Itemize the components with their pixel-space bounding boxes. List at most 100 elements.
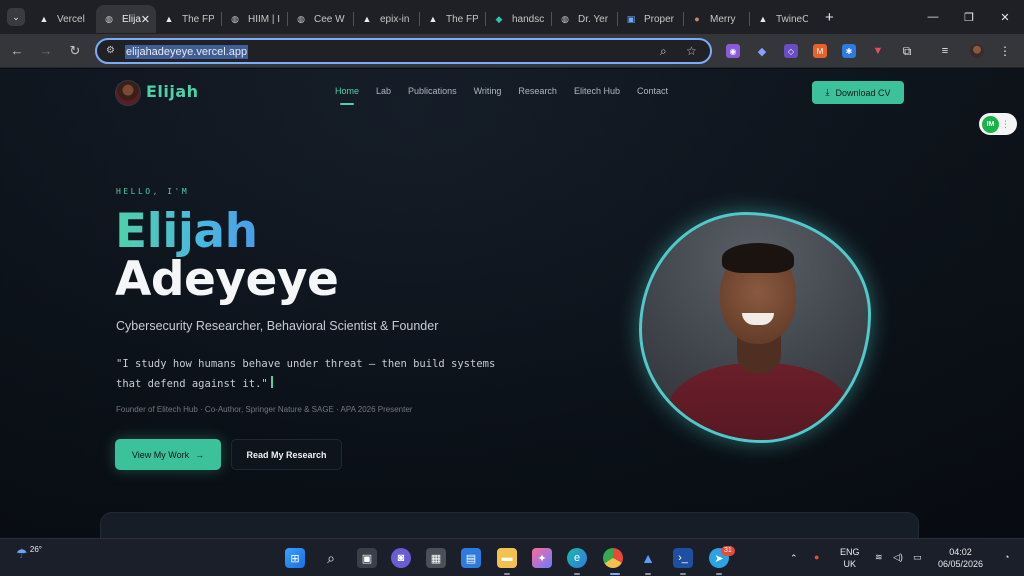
vercel-icon: ▲ <box>428 14 438 24</box>
typing-cursor <box>270 376 273 388</box>
floating-extension-badge[interactable]: IM ⋮ <box>979 113 1017 135</box>
volume-icon[interactable]: ◁) <box>893 551 903 563</box>
task-view-icon[interactable]: ▣ <box>357 548 377 568</box>
globe-icon: ◍ <box>105 13 113 24</box>
drag-handle-icon[interactable]: ⋮ <box>1001 119 1010 130</box>
minimize-button[interactable]: — <box>914 0 952 34</box>
powershell-icon[interactable]: ›_ <box>673 548 693 568</box>
arrow-right-icon: → <box>195 449 205 460</box>
notification-bell-icon[interactable]: ◔ <box>1004 551 1009 563</box>
forward-button[interactable]: → <box>38 43 54 58</box>
tab-6[interactable]: ▲ The FP <box>420 5 485 33</box>
tab-strip: ⌄ ▲ Vercel ◍ Elija ✕ ▲ The FP ◍ HIIM | I ◍ Cee W ▲ e… <box>0 0 1024 34</box>
stats-card <box>100 512 919 538</box>
telegram-badge: 31 <box>721 546 735 556</box>
nav-link-publications[interactable]: Publications <box>408 86 457 96</box>
hero-last-name: Adeyeye <box>115 252 339 307</box>
vercel-icon: ▲ <box>362 14 372 24</box>
tab-10[interactable]: ● Merry <box>684 5 749 33</box>
weather-widget[interactable]: ☂ 26° <box>16 545 42 562</box>
reload-button[interactable]: ↻ <box>67 43 83 59</box>
nav-link-research[interactable]: Research <box>518 86 557 96</box>
nav-link-home[interactable]: Home <box>335 86 359 105</box>
extension-3-icon[interactable]: ◇ <box>784 44 798 58</box>
tab-7[interactable]: ◆ handsc <box>486 5 551 33</box>
store-icon[interactable]: ▤ <box>461 548 481 568</box>
profile-portrait <box>639 212 871 443</box>
globe-icon: ◍ <box>231 13 239 24</box>
menu-kebab-icon[interactable]: ⋮ <box>998 44 1012 58</box>
download-cv-button[interactable]: ⤓ Download CV <box>812 81 904 104</box>
extension-4-icon[interactable]: M <box>813 44 827 58</box>
browser-toolbar: ← → ↻ ⚙ elijahadeyeye.vercel.app ⌕ ☆ ◉ ◆… <box>0 34 1024 68</box>
site-logo[interactable]: Elijah <box>146 82 199 101</box>
read-my-research-button[interactable]: Read My Research <box>231 439 342 470</box>
tab-0[interactable]: ▲ Vercel <box>31 5 96 33</box>
globe-icon: ◍ <box>561 13 569 24</box>
page-viewport: Elijah Home Lab Publications Writing Researc… <box>0 69 1024 538</box>
extensions-puzzle-icon[interactable]: ⧉ <box>900 44 914 58</box>
edge-icon[interactable]: e <box>567 548 587 568</box>
tab-search-button[interactable]: ⌄ <box>7 8 25 26</box>
tray-network-alert-icon[interactable]: ● <box>814 551 819 563</box>
tab-2[interactable]: ▲ The FP <box>156 5 221 33</box>
site-nav: Home Lab Publications Writing Research Elitec… <box>335 86 685 105</box>
back-button[interactable]: ← <box>9 43 25 58</box>
teams-icon[interactable]: ◙ <box>391 548 411 568</box>
nav-link-elitech-hub[interactable]: Elitech Hub <box>574 86 620 96</box>
vercel-icon: ▲ <box>164 14 174 24</box>
profile-avatar[interactable] <box>970 44 984 58</box>
url-text[interactable]: elijahadeyeye.vercel.app <box>125 45 249 59</box>
tab-5[interactable]: ▲ epix-in <box>354 5 419 33</box>
new-tab-button[interactable]: + <box>825 9 834 26</box>
media-controls-icon[interactable]: ≡ <box>938 44 952 58</box>
start-windows-icon[interactable]: ⊞ <box>285 548 305 568</box>
bookmark-star-icon[interactable]: ☆ <box>686 44 697 58</box>
vercel-icon: ▲ <box>39 14 49 24</box>
tab-8[interactable]: ◍ Dr. Yer <box>552 5 617 33</box>
tab-9[interactable]: ▣ Proper <box>618 5 683 33</box>
search-icon[interactable]: ⌕ <box>321 548 341 568</box>
chrome-icon[interactable] <box>603 548 623 568</box>
nav-link-lab[interactable]: Lab <box>376 86 391 96</box>
avatar-icon: ● <box>694 14 700 24</box>
extension-5-icon[interactable]: ✱ <box>842 44 856 58</box>
battery-icon[interactable]: ▭ <box>913 551 922 563</box>
hero-credentials: Founder of Elitech Hub · Co-Author, Spri… <box>116 405 413 414</box>
chevron-down-icon: ⌄ <box>12 11 20 22</box>
site-info-icon[interactable]: ⚙ <box>106 45 115 56</box>
zoom-search-icon[interactable]: ⌕ <box>660 44 667 59</box>
close-window-button[interactable]: ✕ <box>986 0 1024 34</box>
calculator-icon[interactable]: ▦ <box>426 548 446 568</box>
tab-4[interactable]: ◍ Cee W <box>288 5 353 33</box>
copilot-icon[interactable]: ✦ <box>532 548 552 568</box>
app-a-icon[interactable]: ▲ <box>638 548 658 568</box>
file-explorer-icon[interactable]: ▬ <box>497 548 517 568</box>
hero-quote: "I study how humans behave under threat … <box>116 358 496 390</box>
diamond-icon: ◆ <box>495 13 503 24</box>
nav-link-writing[interactable]: Writing <box>474 86 502 96</box>
windows-taskbar: ☂ 26° ⊞ ⌕ ▣ ◙ ▦ ▤ ▬ ✦ e ▲ ›_ ➤ 31 ⌃ ● EN… <box>0 538 1024 576</box>
extension-6-icon[interactable]: ▼ <box>871 44 885 58</box>
tab-11[interactable]: ▲ TwineC <box>750 5 815 33</box>
tray-chevron-icon[interactable]: ⌃ <box>790 552 798 564</box>
tab-3[interactable]: ◍ HIIM | I <box>222 5 287 33</box>
language-indicator[interactable]: ENG UK <box>840 546 860 570</box>
clock[interactable]: 04:02 06/05/2026 <box>938 546 983 570</box>
extension-2-icon[interactable]: ◆ <box>755 44 769 58</box>
wifi-icon[interactable]: ≋ <box>875 551 883 563</box>
nav-link-contact[interactable]: Contact <box>637 86 668 96</box>
view-my-work-button[interactable]: View My Work → <box>115 439 221 470</box>
address-bar[interactable]: ⚙ elijahadeyeye.vercel.app ⌕ ☆ <box>95 38 712 64</box>
tab-1[interactable]: ◍ Elija ✕ <box>96 5 156 33</box>
close-tab-icon[interactable]: ✕ <box>141 13 150 26</box>
doc-icon: ▣ <box>626 13 636 24</box>
extension-1-icon[interactable]: ◉ <box>726 44 740 58</box>
logo-avatar[interactable] <box>115 80 141 106</box>
hero-role: Cybersecurity Researcher, Behavioral Sci… <box>116 319 439 333</box>
weather-rain-icon: ☂ <box>16 546 28 561</box>
tab-list: ▲ Vercel ◍ Elija ✕ ▲ The FP ◍ HIIM | I ◍ Cee W ▲ epi… <box>31 1 815 33</box>
hero-greeting: HELLO, I'M <box>116 187 190 196</box>
maximize-button[interactable]: ❐ <box>950 0 988 34</box>
download-icon: ⤓ <box>825 87 830 97</box>
